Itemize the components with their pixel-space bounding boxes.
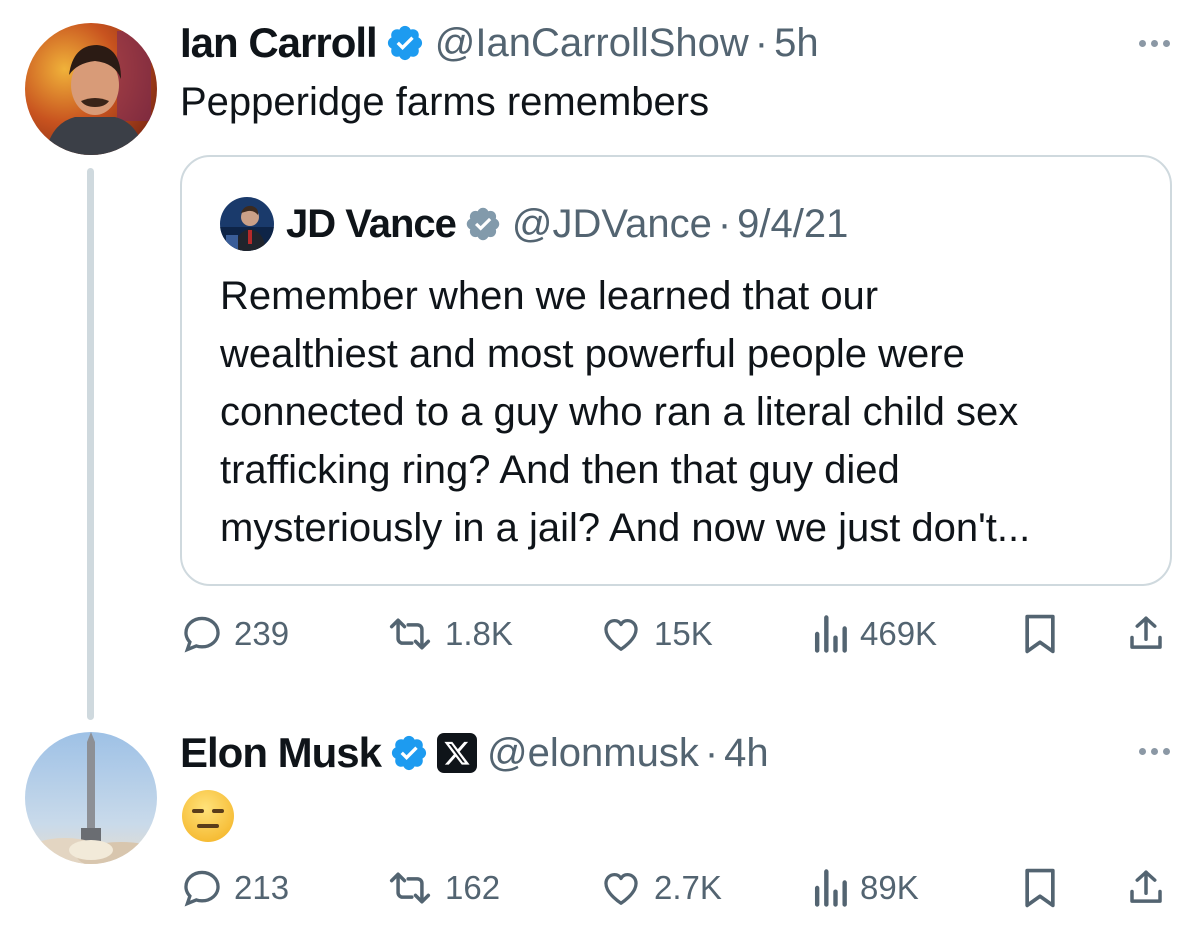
more-options-icon[interactable]: [1139, 40, 1170, 47]
share-icon: [1130, 870, 1162, 903]
repost-icon: [389, 872, 431, 904]
repost-count: 1.8K: [445, 615, 513, 652]
like-button[interactable]: 2.7K: [598, 866, 722, 910]
verified-badge-icon[interactable]: [389, 733, 429, 773]
views-count: 469K: [860, 615, 938, 652]
share-icon: [1130, 616, 1162, 649]
quoted-date: 9/4/21: [737, 201, 849, 246]
quoted-tweet-text: Remember when we learned that our wealth…: [220, 267, 1150, 557]
x-logo-icon[interactable]: [437, 733, 478, 773]
bookmark-button[interactable]: [1020, 866, 1060, 910]
thread-connector-line: [87, 168, 94, 720]
verified-badge-icon: [464, 205, 502, 243]
timestamp[interactable]: 4h: [724, 731, 769, 776]
more-options-icon[interactable]: [1139, 748, 1170, 755]
bookmark-icon: [1025, 614, 1055, 654]
quoted-text-line: trafficking ring? And then that guy died: [220, 448, 900, 492]
heart-icon: [604, 618, 638, 651]
like-count: 15K: [654, 615, 713, 652]
tweet-ian-carroll[interactable]: Ian Carroll @IanCarrollShow · 5h Pepperi…: [0, 0, 1200, 720]
reply-button[interactable]: 239: [180, 612, 289, 656]
heart-icon: [604, 872, 638, 905]
views-button[interactable]: 469K: [810, 612, 937, 656]
author-handle[interactable]: @IanCarrollShow: [435, 21, 749, 66]
like-count: 2.7K: [654, 869, 722, 906]
reply-button[interactable]: 213: [180, 866, 289, 910]
author-handle[interactable]: @elonmusk: [487, 731, 699, 776]
quoted-text-line: wealthiest and most powerful people were: [220, 332, 965, 376]
share-button[interactable]: [1125, 612, 1167, 656]
like-button[interactable]: 15K: [598, 612, 713, 656]
tweet-actions-bar: 239 1.8K 15K 469K: [180, 612, 1170, 662]
views-chart-icon: [814, 869, 847, 907]
quoted-text-line: mysteriously in a jail? And now we just …: [220, 506, 1031, 550]
repost-button[interactable]: 1.8K: [385, 612, 513, 656]
avatar: [220, 197, 274, 251]
avatar[interactable]: [25, 23, 157, 155]
tweet-header: Ian Carroll @IanCarrollShow · 5h: [180, 18, 819, 68]
quoted-text-line: Remember when we learned that our: [220, 274, 879, 318]
repost-button[interactable]: 162: [385, 866, 500, 910]
share-button[interactable]: [1125, 866, 1167, 910]
verified-badge-icon[interactable]: [385, 23, 425, 63]
author-name[interactable]: Ian Carroll: [180, 19, 378, 67]
author-name[interactable]: Elon Musk: [180, 729, 382, 777]
reply-icon: [184, 616, 220, 653]
avatar[interactable]: [25, 732, 157, 864]
views-count: 89K: [860, 869, 919, 906]
reply-count: 213: [234, 869, 290, 906]
tweet-header: Elon Musk @elonmusk · 4h: [180, 728, 769, 778]
quoted-author-name: JD Vance: [286, 201, 457, 246]
reply-icon: [184, 870, 220, 907]
separator-dot: ·: [704, 730, 719, 775]
quoted-text-line: connected to a guy who ran a literal chi…: [220, 390, 1019, 434]
views-chart-icon: [814, 615, 847, 653]
quoted-author-handle: @JDVance: [511, 201, 712, 246]
timestamp[interactable]: 5h: [774, 21, 819, 66]
separator-dot: ·: [717, 201, 732, 246]
tweet-elon-musk[interactable]: Elon Musk @elonmusk · 4h 213 162 2.7K 89…: [0, 720, 1200, 941]
reply-count: 239: [234, 615, 290, 652]
views-button[interactable]: 89K: [810, 866, 919, 910]
repost-icon: [389, 618, 431, 650]
quoted-tweet-header: JD Vance @JDVance · 9/4/21: [220, 197, 848, 251]
bookmark-button[interactable]: [1020, 612, 1060, 656]
tweet-text: Pepperidge farms remembers: [180, 80, 710, 124]
repost-count: 162: [445, 869, 501, 906]
expressionless-face-emoji: [180, 788, 236, 849]
separator-dot: ·: [754, 20, 769, 65]
quoted-tweet[interactable]: JD Vance @JDVance · 9/4/21 Remember when…: [180, 155, 1172, 586]
bookmark-icon: [1025, 868, 1055, 908]
tweet-actions-bar: 213 162 2.7K 89K: [180, 866, 1170, 916]
